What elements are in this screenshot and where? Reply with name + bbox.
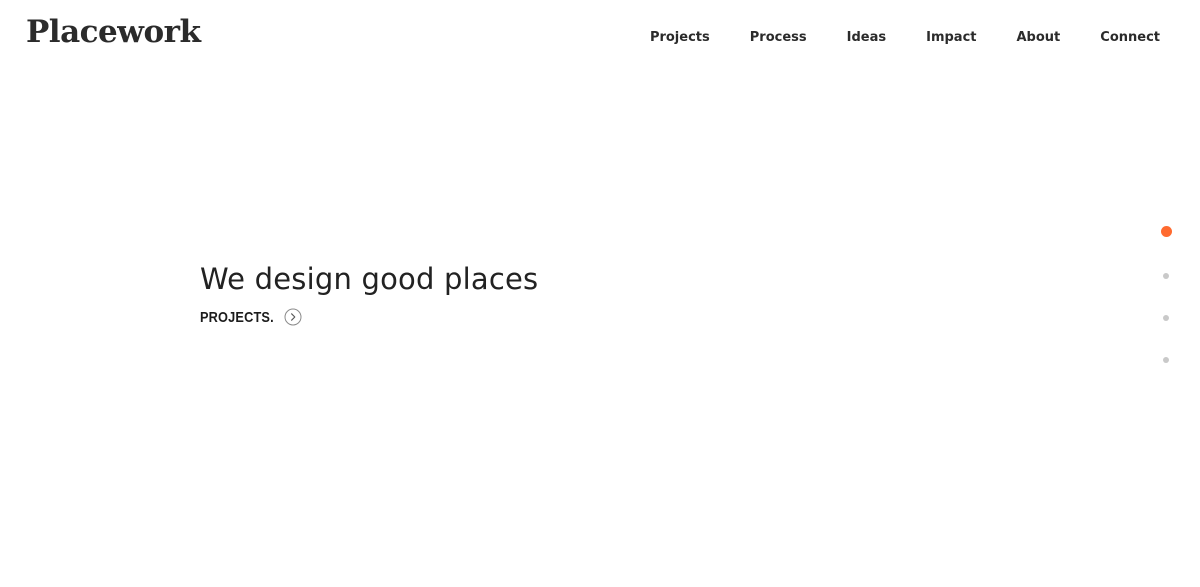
slide-dot[interactable]	[1163, 273, 1169, 279]
nav-item: Ideas	[847, 29, 886, 47]
nav-link-process[interactable]: Process	[750, 29, 807, 47]
slide-pagination	[1160, 226, 1172, 363]
nav-link-connect[interactable]: Connect	[1100, 29, 1160, 47]
nav-item: Impact	[926, 29, 976, 47]
slide-dot[interactable]	[1163, 315, 1169, 321]
hero-title: We design good places	[200, 262, 539, 296]
nav-link-impact[interactable]: Impact	[926, 29, 976, 47]
main-nav: Projects Process Ideas Impact About Conn…	[650, 29, 1160, 47]
nav-item: About	[1017, 29, 1061, 47]
nav-link-about[interactable]: About	[1017, 29, 1061, 47]
chevron-right-circle-icon	[284, 308, 302, 326]
slide-dot-active[interactable]	[1160, 226, 1172, 237]
hero-section: We design good places PROJECTS.	[200, 258, 538, 326]
nav-link-projects[interactable]: Projects	[650, 29, 710, 47]
projects-link-label: PROJECTS.	[200, 308, 274, 326]
projects-link[interactable]: PROJECTS.	[200, 308, 538, 326]
brand-logo[interactable]: Placework	[26, 10, 201, 54]
nav-item: Process	[750, 29, 807, 47]
nav-item: Connect	[1100, 29, 1160, 47]
slide-dot[interactable]	[1163, 357, 1169, 363]
nav-link-ideas[interactable]: Ideas	[847, 29, 886, 47]
nav-item: Projects	[650, 29, 710, 47]
